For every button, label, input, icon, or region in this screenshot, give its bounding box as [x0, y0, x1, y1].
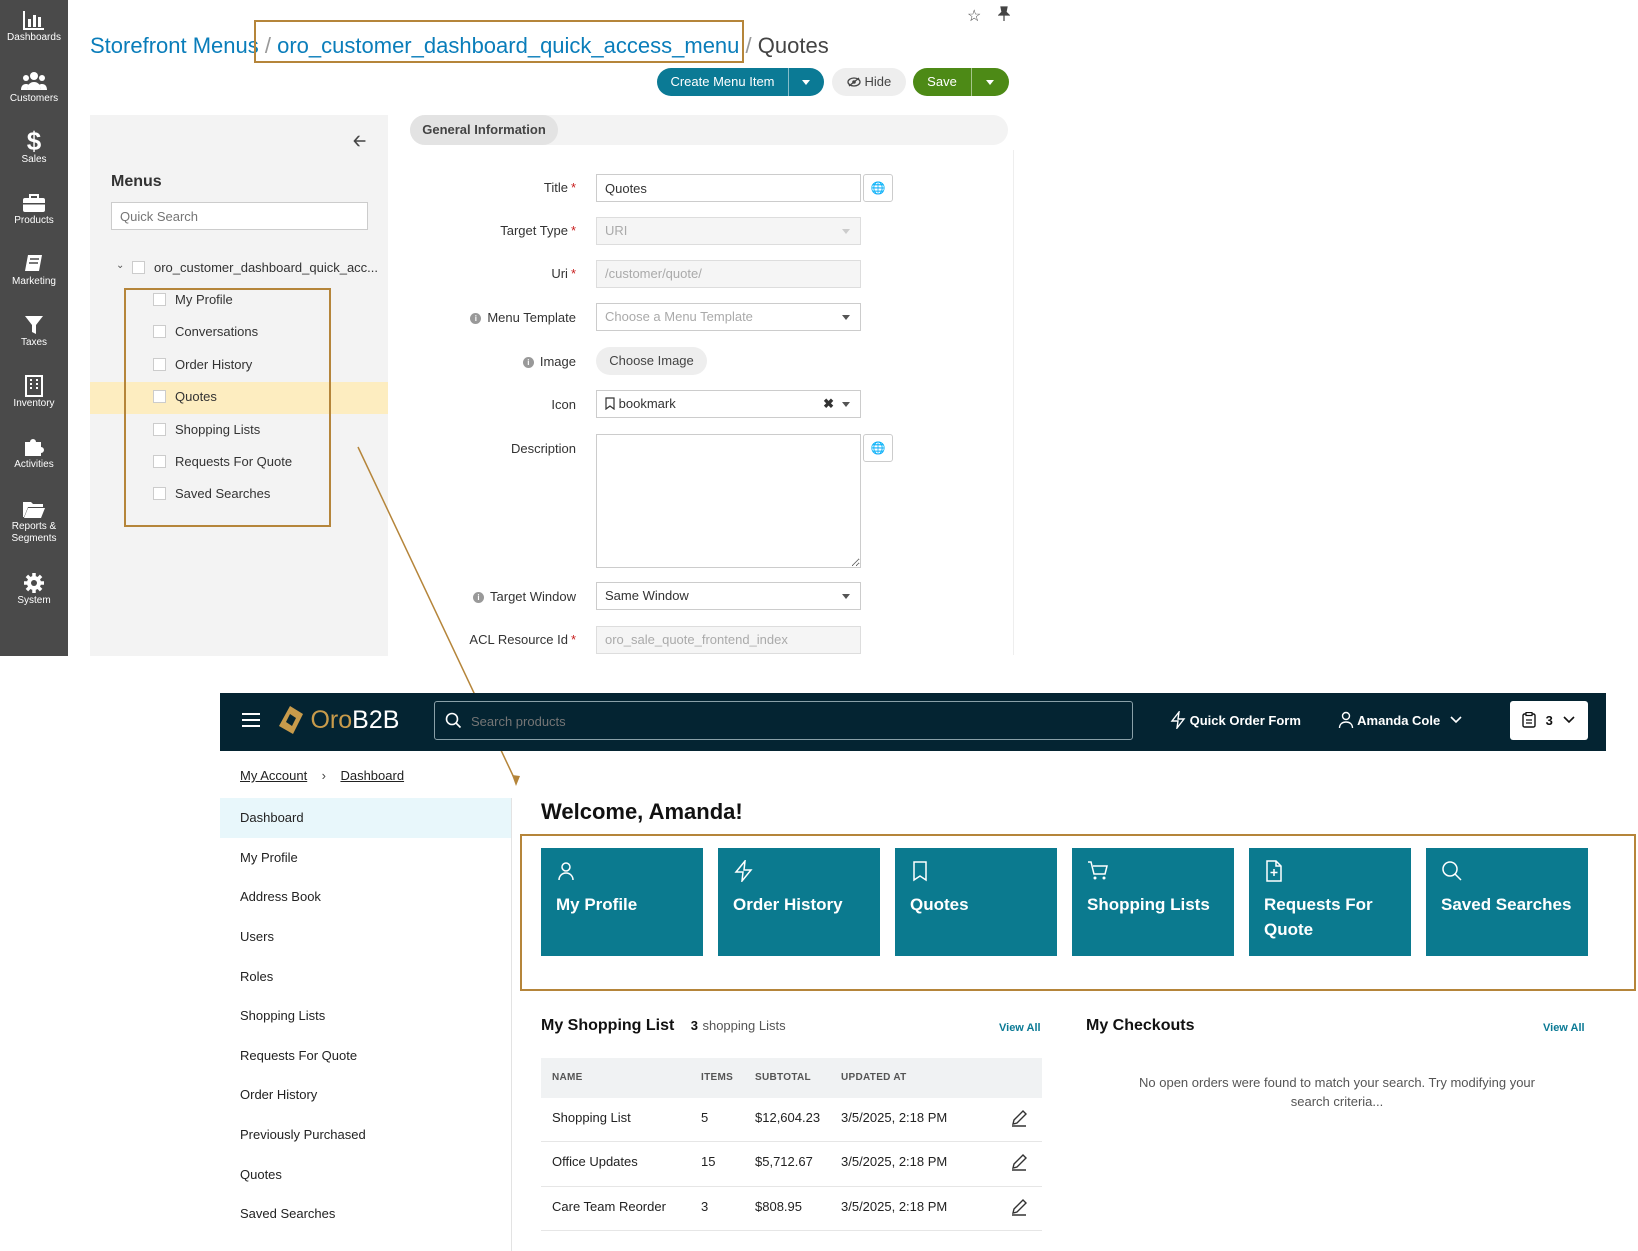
tile-label: Shopping Lists: [1087, 895, 1210, 914]
row-name[interactable]: Shopping List: [552, 1110, 631, 1125]
logo-mark-icon: [279, 706, 303, 734]
sidebar-item-requests-for-quote[interactable]: Requests For Quote: [240, 1048, 357, 1063]
row-divider: [541, 1186, 1042, 1187]
clipboard-icon: [1522, 711, 1536, 728]
chevron-right-icon: ›: [321, 768, 326, 783]
tile-label: Saved Searches: [1441, 895, 1572, 914]
tile-shopping-lists[interactable]: Shopping Lists: [1072, 848, 1234, 956]
empty-message-line: No open orders were found to match your …: [1139, 1075, 1535, 1090]
sidebar-item-roles[interactable]: Roles: [240, 969, 273, 984]
edit-pencil-icon[interactable]: [1010, 1198, 1028, 1221]
tile-label: Requests For Quote: [1264, 895, 1373, 939]
shopping-list-widget[interactable]: 3: [1510, 701, 1588, 740]
shopping-list-title: My Shopping List: [541, 1017, 675, 1034]
logo-text-b2b: B2B: [352, 706, 400, 734]
orob2b-logo[interactable]: OroB2B: [276, 704, 399, 740]
sidebar-item-my-profile[interactable]: My Profile: [240, 850, 298, 865]
bookmark-icon: [910, 860, 932, 882]
tile-label: My Profile: [556, 895, 638, 914]
storefront-search-input[interactable]: [471, 710, 1111, 732]
sidebar-item-saved-searches[interactable]: Saved Searches: [240, 1206, 335, 1221]
quick-order-form-link[interactable]: Quick Order Form: [1170, 709, 1301, 731]
row-subtotal: $5,712.67: [755, 1154, 813, 1169]
breadcrumb-my-account[interactable]: My Account: [240, 768, 307, 783]
row-subtotal: $12,604.23: [755, 1110, 821, 1125]
sidebar-item-quotes[interactable]: Quotes: [240, 1167, 282, 1182]
col-header-updated-at[interactable]: UPDATED AT: [841, 1072, 907, 1083]
edit-pencil-icon[interactable]: [1010, 1153, 1028, 1176]
cart-icon: [1087, 860, 1109, 882]
storefront-search-box: [434, 701, 1133, 740]
user-menu[interactable]: Amanda Cole: [1338, 711, 1462, 729]
bolt-icon: [733, 858, 755, 884]
file-plus-icon: [1264, 860, 1286, 882]
search-icon[interactable]: [445, 712, 462, 734]
chevron-down-icon: [1556, 713, 1576, 728]
shopping-list-view-all[interactable]: View All: [999, 1022, 1041, 1034]
tile-requests-for-quote[interactable]: Requests For Quote: [1249, 848, 1411, 956]
row-updated: 3/5/2025, 2:18 PM: [841, 1199, 948, 1214]
empty-message-line: search criteria...: [1290, 1094, 1384, 1109]
row-divider: [541, 1230, 1042, 1231]
edit-pencil-icon[interactable]: [1010, 1109, 1028, 1132]
tile-label: Order History: [733, 895, 843, 914]
tile-order-history[interactable]: Order History: [718, 848, 880, 956]
sidebar-divider: [511, 798, 512, 1251]
sidebar-item-order-history[interactable]: Order History: [240, 1087, 317, 1102]
logo-text-oro: Oro: [310, 706, 353, 734]
tile-label: Quotes: [910, 895, 969, 914]
sidebar-item-address-book[interactable]: Address Book: [240, 889, 321, 904]
sidebar-item-previously-purchased[interactable]: Previously Purchased: [240, 1127, 366, 1142]
cart-count: 3: [1545, 713, 1553, 728]
checkouts-empty-message: No open orders were found to match your …: [1086, 1073, 1588, 1111]
checkouts-title: My Checkouts: [1086, 1017, 1195, 1034]
sidebar-item-users[interactable]: Users: [240, 929, 274, 944]
checkouts-view-all[interactable]: View All: [1543, 1022, 1585, 1034]
user-name: Amanda Cole: [1357, 713, 1441, 728]
search-icon: [1441, 860, 1463, 882]
row-updated: 3/5/2025, 2:18 PM: [841, 1110, 948, 1125]
shopping-list-count: 3: [690, 1018, 699, 1033]
row-items: 15: [701, 1154, 716, 1169]
row-name[interactable]: Office Updates: [552, 1154, 638, 1169]
row-divider: [541, 1141, 1042, 1142]
breadcrumb-dashboard[interactable]: Dashboard: [340, 768, 404, 783]
shopping-list-header: My Shopping List 3 shopping Lists: [541, 1017, 786, 1035]
row-items: 3: [701, 1199, 709, 1214]
row-updated: 3/5/2025, 2:18 PM: [841, 1154, 948, 1169]
bolt-icon: [1170, 709, 1186, 731]
quick-order-label: Quick Order Form: [1189, 713, 1301, 728]
user-icon: [1338, 711, 1354, 729]
tile-saved-searches[interactable]: Saved Searches: [1426, 848, 1588, 956]
row-name[interactable]: Care Team Reorder: [552, 1199, 666, 1214]
hamburger-icon[interactable]: [241, 712, 261, 733]
col-header-subtotal[interactable]: SUBTOTAL: [755, 1072, 811, 1083]
storefront-breadcrumb: My Account › Dashboard: [240, 767, 404, 785]
col-header-items[interactable]: ITEMS: [701, 1072, 733, 1083]
chevron-down-icon: [1444, 713, 1462, 728]
tile-my-profile[interactable]: My Profile: [541, 848, 703, 956]
sidebar-item-dashboard[interactable]: Dashboard: [240, 810, 304, 825]
user-icon: [556, 860, 578, 882]
tile-quotes[interactable]: Quotes: [895, 848, 1057, 956]
shopping-list-count-label: shopping Lists: [702, 1018, 786, 1033]
col-header-name[interactable]: NAME: [552, 1072, 583, 1083]
row-items: 5: [701, 1110, 709, 1125]
sidebar-item-shopping-lists[interactable]: Shopping Lists: [240, 1008, 325, 1023]
row-subtotal: $808.95: [755, 1199, 802, 1214]
welcome-heading: Welcome, Amanda!: [541, 799, 743, 824]
